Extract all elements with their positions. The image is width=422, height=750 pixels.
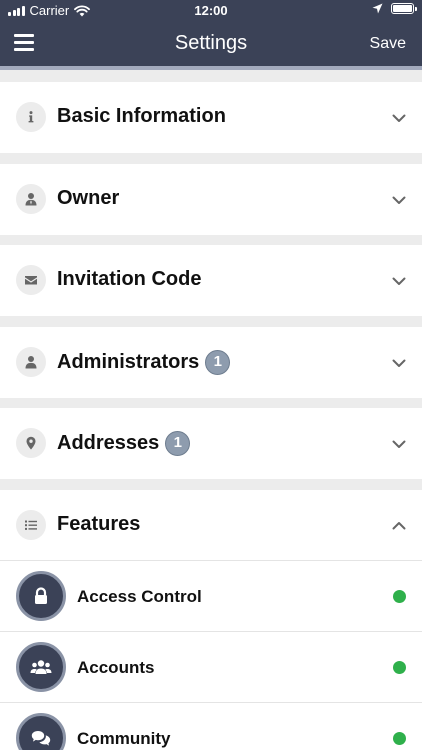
person-icon	[16, 347, 46, 377]
status-bar: Carrier 12:00	[0, 0, 422, 22]
section-title: Features	[57, 513, 140, 536]
feature-row-community[interactable]: Community	[0, 702, 422, 750]
feature-row-accounts[interactable]: Accounts	[0, 631, 422, 702]
header-divider	[0, 66, 422, 70]
section-title-label: Features	[57, 513, 141, 535]
section-title-label: Basic Information	[57, 105, 226, 127]
chevron-down-icon	[392, 277, 406, 285]
section-owner[interactable]: Owner	[0, 164, 422, 235]
feature-label: Access Control	[77, 587, 202, 606]
status-dot	[393, 732, 406, 745]
lock-icon	[16, 571, 66, 621]
section-addresses[interactable]: Addresses 1	[0, 408, 422, 479]
section-title: Basic Information	[57, 105, 226, 128]
chevron-up-icon	[392, 522, 406, 530]
section-title: Addresses 1	[57, 431, 191, 456]
info-icon	[16, 102, 46, 132]
status-right	[372, 3, 417, 14]
status-dot	[393, 590, 406, 603]
chevron-down-icon	[392, 440, 406, 448]
section-invitation-code[interactable]: Invitation Code	[0, 245, 422, 316]
save-button[interactable]: Save	[370, 35, 406, 53]
section-title-label: Owner	[57, 187, 120, 209]
battery-icon	[391, 3, 417, 14]
section-title: Owner	[57, 187, 119, 210]
section-features[interactable]: Features	[0, 490, 422, 560]
status-dot	[393, 661, 406, 674]
section-title: Invitation Code	[57, 268, 201, 291]
feature-label: Accounts	[77, 658, 155, 677]
chevron-down-icon	[392, 114, 406, 122]
chevron-down-icon	[392, 359, 406, 367]
section-administrators[interactable]: Administrators 1	[0, 327, 422, 398]
section-title-label: Administrators	[57, 351, 200, 373]
app-header: Carrier 12:00 Settings Save	[0, 0, 422, 70]
count-badge: 1	[165, 431, 191, 456]
group-icon	[16, 642, 66, 692]
nav-bar: Settings Save	[0, 22, 422, 66]
list-icon	[16, 510, 46, 540]
count-badge: 1	[205, 350, 231, 375]
chat-bubbles-icon	[16, 713, 66, 750]
section-title: Administrators 1	[57, 350, 231, 375]
feature-row-access-control[interactable]: Access Control	[0, 560, 422, 631]
chevron-down-icon	[392, 196, 406, 204]
menu-button[interactable]	[14, 34, 36, 52]
feature-label: Community	[77, 729, 171, 748]
section-title-label: Invitation Code	[57, 268, 202, 290]
section-basic-information[interactable]: Basic Information	[0, 82, 422, 153]
status-time: 12:00	[194, 3, 228, 18]
map-pin-icon	[16, 428, 46, 458]
location-arrow-icon	[372, 3, 383, 14]
section-title-label: Addresses	[57, 432, 160, 454]
page-title: Settings	[174, 32, 248, 54]
envelope-icon	[16, 265, 46, 295]
owner-icon	[16, 184, 46, 214]
